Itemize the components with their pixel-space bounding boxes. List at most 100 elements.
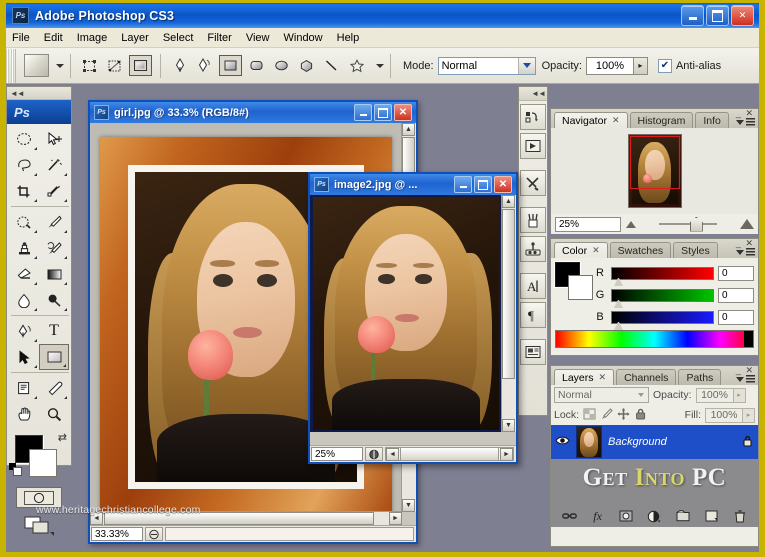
menu-item-layer[interactable]: Layer [121, 32, 149, 44]
layer-comps-icon[interactable] [520, 339, 546, 365]
layer-visibility-icon[interactable] [555, 433, 570, 451]
document-info-icon[interactable] [365, 447, 383, 461]
layer-fill-stepper[interactable]: ▸ [743, 407, 755, 423]
rectangle-tool-icon[interactable] [219, 55, 242, 76]
red-value-input[interactable]: 0 [718, 265, 754, 281]
layer-opacity-stepper[interactable]: ▸ [733, 387, 746, 403]
rectangle-shape-tool[interactable] [39, 344, 69, 370]
layers-list-empty-area[interactable]: GET INTO PC [551, 459, 758, 505]
move-tool[interactable] [39, 126, 69, 152]
anti-alias-checkbox[interactable]: ✔ [657, 58, 672, 73]
tab-info[interactable]: Info [695, 112, 729, 128]
background-color-swatch[interactable] [29, 449, 57, 477]
actions-icon[interactable] [520, 133, 546, 159]
zoom-in-icon[interactable] [740, 219, 754, 229]
navigator-zoom-slider[interactable] [641, 216, 735, 232]
blue-slider[interactable] [611, 310, 714, 330]
paths-icon[interactable] [104, 56, 125, 75]
color-swatch-pair[interactable] [554, 261, 593, 300]
menu-item-edit[interactable]: Edit [44, 32, 63, 44]
new-layer-icon[interactable] [703, 508, 720, 524]
navigator-preview[interactable] [551, 128, 758, 214]
chevron-down-icon[interactable] [517, 57, 535, 74]
scroll-right-button[interactable]: ► [389, 512, 402, 525]
swap-colors-icon[interactable]: ⇄ [58, 431, 67, 444]
opacity-stepper[interactable]: ▸ [633, 56, 648, 75]
slider-handle[interactable] [614, 277, 623, 286]
pen-tool[interactable] [9, 318, 39, 344]
custom-shape-icon[interactable] [346, 56, 367, 75]
blur-tool[interactable] [9, 287, 39, 313]
blue-value-input[interactable]: 0 [718, 309, 754, 325]
opacity-input[interactable]: 100% [585, 56, 634, 75]
green-value-input[interactable]: 0 [718, 287, 754, 303]
options-bar-grip[interactable] [6, 48, 16, 83]
type-tool[interactable]: T [39, 318, 69, 344]
close-icon[interactable]: ✕ [612, 115, 620, 126]
document-close-button[interactable]: ✕ [494, 176, 512, 193]
pen-tool-icon[interactable] [169, 56, 190, 75]
navigator-zoom-input[interactable]: 25% [555, 216, 621, 232]
eyedropper-tool[interactable] [39, 375, 69, 401]
layer-mask-icon[interactable] [618, 508, 635, 524]
document-title-bar[interactable]: Ps image2.jpg @ ... ✕ [310, 174, 516, 195]
collapse-icon[interactable]: ◄◄ [10, 89, 25, 98]
new-group-icon[interactable] [674, 508, 691, 524]
elliptical-marquee-tool[interactable] [9, 126, 39, 152]
menu-item-filter[interactable]: Filter [207, 32, 231, 44]
scroll-left-button[interactable]: ◄ [386, 447, 399, 461]
delete-layer-icon[interactable] [731, 508, 748, 524]
menu-item-image[interactable]: Image [77, 32, 108, 44]
brushes-icon[interactable] [520, 207, 546, 233]
menu-item-view[interactable]: View [246, 32, 270, 44]
scroll-up-button[interactable]: ▲ [502, 195, 515, 208]
close-icon[interactable]: ✕ [592, 245, 600, 256]
tool-preset-picker[interactable] [24, 54, 49, 77]
scroll-up-button[interactable]: ▲ [402, 123, 415, 136]
blend-mode-select[interactable]: Normal [437, 56, 536, 75]
image-canvas-image2[interactable] [310, 195, 502, 432]
color-spectrum-ramp[interactable] [555, 330, 754, 348]
slider-handle[interactable] [614, 321, 623, 330]
minimize-button[interactable] [681, 5, 704, 26]
shape-layers-icon[interactable] [79, 56, 100, 75]
tab-styles[interactable]: Styles [673, 242, 718, 258]
paragraph-icon[interactable]: ¶ [520, 302, 546, 328]
fill-pixels-icon[interactable] [129, 55, 152, 76]
palette-menu-button[interactable] [736, 248, 755, 256]
green-slider[interactable] [611, 288, 714, 308]
document-minimize-button[interactable] [354, 104, 372, 121]
path-selection-tool[interactable] [9, 344, 39, 370]
menu-item-select[interactable]: Select [163, 32, 194, 44]
red-slider[interactable] [611, 266, 714, 286]
navigator-view-box[interactable] [629, 136, 680, 189]
scroll-down-button[interactable]: ▼ [402, 499, 415, 512]
document-maximize-button[interactable] [374, 104, 392, 121]
tab-histogram[interactable]: Histogram [629, 112, 694, 128]
hand-tool[interactable] [9, 401, 39, 427]
slider-handle[interactable] [689, 216, 703, 232]
layer-fill-input[interactable]: 100% [705, 407, 743, 423]
document-info-icon[interactable] [145, 527, 163, 541]
shape-caret-icon[interactable] [376, 63, 384, 68]
layer-blend-mode-select[interactable]: Normal [554, 387, 649, 403]
history-icon[interactable] [520, 104, 546, 130]
layer-name[interactable]: Background [608, 436, 667, 448]
layer-opacity-input[interactable]: 100% [695, 387, 734, 403]
document-close-button[interactable]: ✕ [394, 104, 412, 121]
character-icon[interactable]: A [520, 273, 546, 299]
zoom-level-input[interactable]: 33.33% [91, 527, 143, 541]
tab-color[interactable]: Color ✕ [554, 242, 608, 258]
tab-paths[interactable]: Paths [678, 369, 722, 385]
chevron-down-icon[interactable] [634, 388, 648, 402]
screen-mode-button[interactable] [17, 513, 61, 537]
default-colors-icon[interactable] [9, 463, 22, 476]
document-maximize-button[interactable] [474, 176, 492, 193]
ellipse-tool-icon[interactable] [271, 56, 292, 75]
palette-menu-button[interactable] [736, 375, 755, 383]
menu-item-window[interactable]: Window [284, 32, 323, 44]
scroll-right-button[interactable]: ► [500, 447, 513, 461]
clone-source-icon[interactable] [520, 236, 546, 262]
layer-thumbnail[interactable] [576, 426, 602, 458]
adjustment-layer-icon[interactable] [646, 508, 663, 524]
